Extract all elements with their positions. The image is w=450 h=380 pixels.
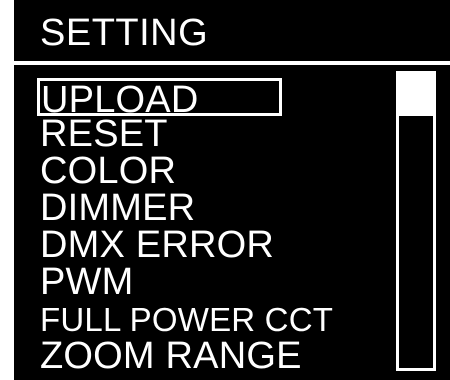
header-divider [14,61,450,65]
menu-item-dimmer[interactable]: DIMMER [40,189,400,227]
menu-item-reset[interactable]: RESET [40,115,400,153]
menu-item-dmx-error[interactable]: DMX ERROR [40,226,400,264]
menu-item-zoom-range[interactable]: ZOOM RANGE [40,337,400,375]
menu-item-upload[interactable]: UPLOAD [37,78,282,119]
menu-item-color[interactable]: COLOR [40,152,400,190]
scrollbar-thumb[interactable] [399,74,433,116]
menu-item-full-power-cct[interactable]: FULL POWER CCT [40,301,400,338]
menu-item-pwm[interactable]: PWM [40,263,400,301]
page-title: SETTING [40,12,209,54]
display-screen: SETTING UPLOAD RESET COLOR DIMMER DMX ER… [14,0,450,380]
scrollbar[interactable] [396,71,436,371]
settings-menu: UPLOAD RESET COLOR DIMMER DMX ERROR PWM … [37,78,400,380]
